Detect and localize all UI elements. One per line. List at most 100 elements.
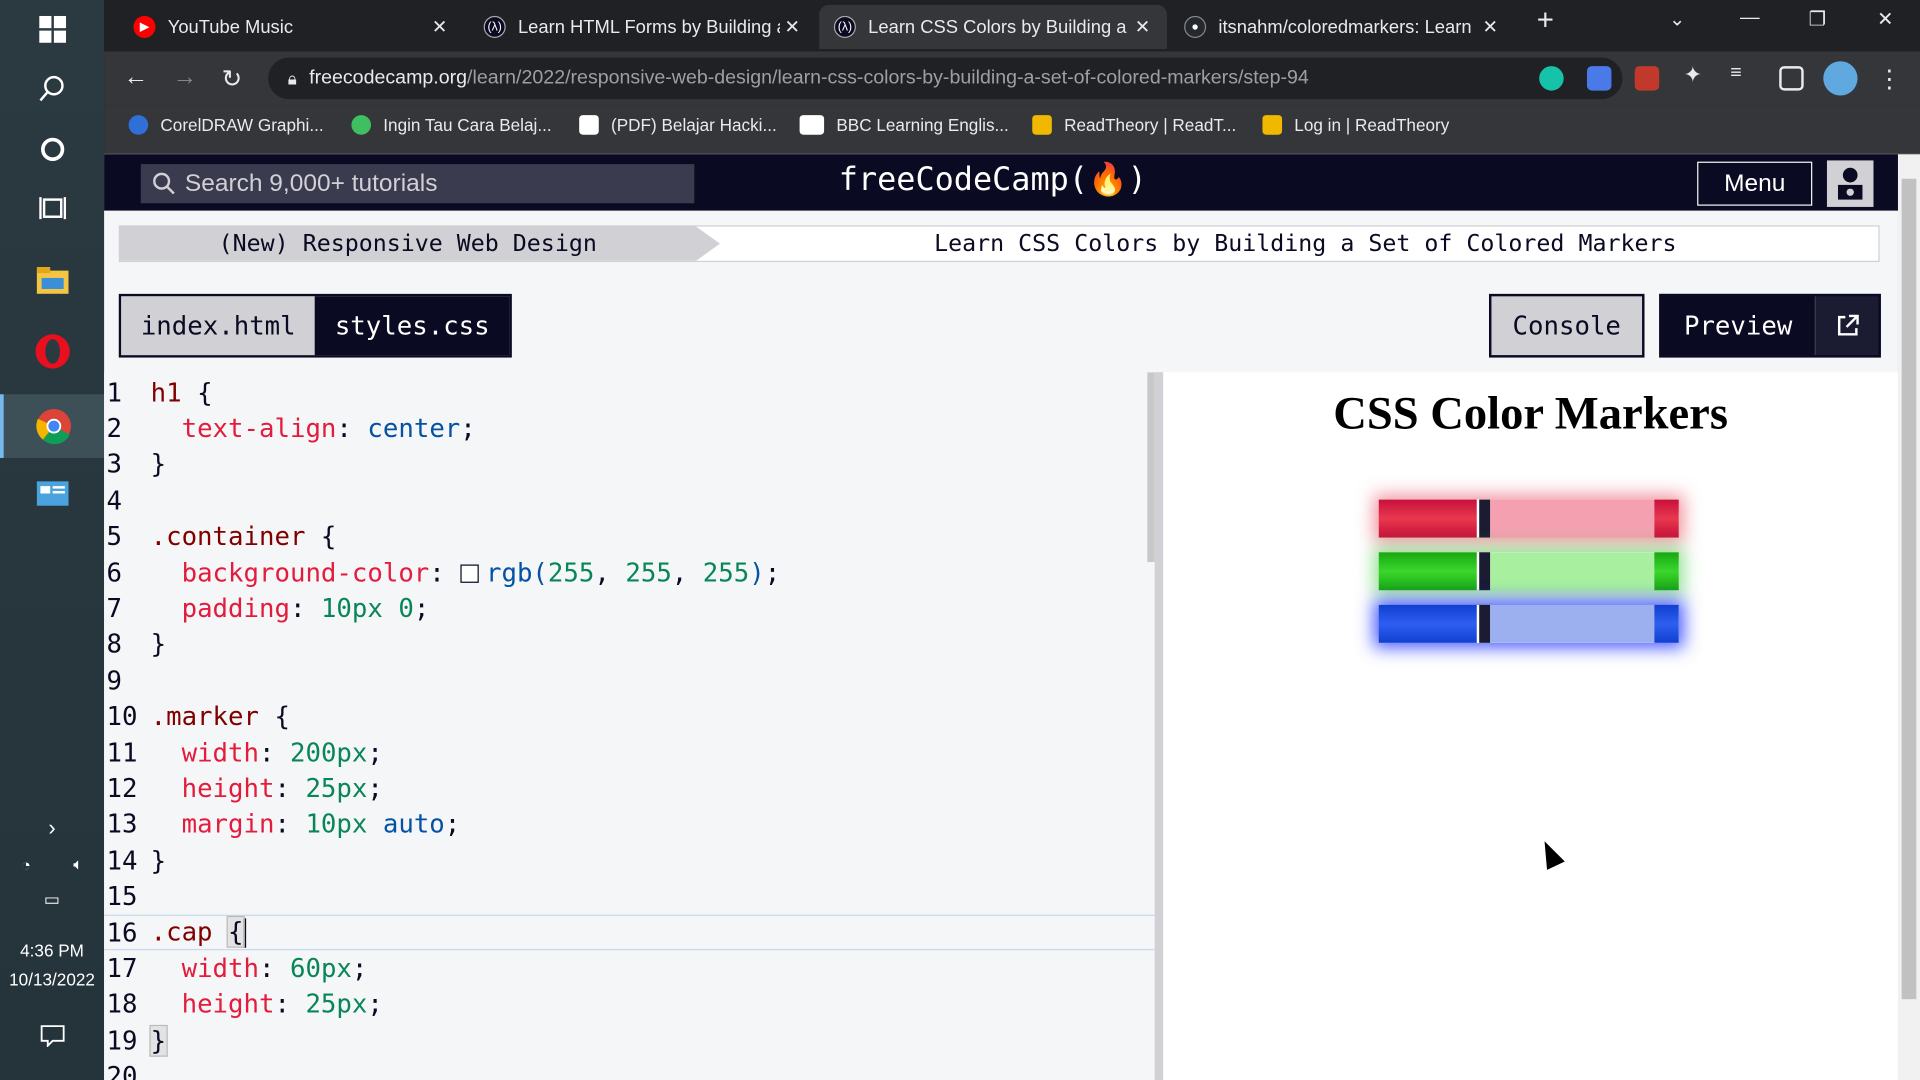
- code-line[interactable]: 12 height: 25px;: [104, 771, 1155, 807]
- code-text[interactable]: .cap {: [151, 915, 246, 948]
- close-tab-icon[interactable]: ✕: [780, 16, 804, 38]
- code-text[interactable]: padding: 10px 0;: [151, 594, 430, 623]
- page-scrollbar[interactable]: [1897, 154, 1920, 1080]
- extension-edge-icon[interactable]: [1539, 66, 1564, 91]
- lock-icon[interactable]: 🔒︎: [288, 68, 297, 89]
- control-panel-icon[interactable]: [0, 465, 104, 524]
- close-window-icon[interactable]: ✕: [1877, 7, 1893, 31]
- close-tab-icon[interactable]: ✕: [1478, 16, 1502, 38]
- new-tab-plus-icon[interactable]: +: [1537, 4, 1554, 38]
- google-translate-icon[interactable]: [1586, 66, 1612, 91]
- menu-button[interactable]: Menu: [1697, 161, 1813, 206]
- restore-icon[interactable]: ❐: [1809, 7, 1827, 31]
- code-line[interactable]: 13 margin: 10px auto;: [104, 807, 1155, 843]
- tab-learn-html-forms[interactable]: (λ) Learn HTML Forms by Building a ✕: [469, 5, 817, 49]
- code-line[interactable]: 19}: [104, 1023, 1155, 1059]
- code-text[interactable]: }: [151, 450, 166, 479]
- back-arrow-icon[interactable]: ←: [124, 64, 148, 92]
- forward-arrow-icon[interactable]: →: [173, 64, 197, 92]
- code-line[interactable]: 6 background-color: rgb(255, 255, 255);: [104, 555, 1155, 591]
- file-explorer-icon[interactable]: [0, 251, 104, 310]
- minimize-icon[interactable]: —: [1740, 7, 1760, 29]
- search-icon[interactable]: [0, 59, 104, 118]
- task-view-icon[interactable]: [0, 179, 104, 238]
- close-tab-icon[interactable]: ✕: [1130, 16, 1154, 38]
- code-line[interactable]: 7 padding: 10px 0;: [104, 591, 1155, 627]
- tab-title: Learn HTML Forms by Building a: [517, 16, 781, 38]
- notifications-icon[interactable]: [0, 1007, 104, 1066]
- bookmark-item[interactable]: Log in | ReadTheory: [1262, 115, 1449, 135]
- code-token: text-align: [181, 413, 337, 444]
- tab-search-chevron-icon[interactable]: ⌄: [1669, 7, 1685, 31]
- bookmark-item[interactable]: CorelDRAW Graphi...: [128, 115, 324, 135]
- extension-shield-icon[interactable]: [1634, 66, 1660, 91]
- code-line[interactable]: 8}: [104, 627, 1155, 663]
- code-text[interactable]: }: [149, 1024, 168, 1057]
- code-line[interactable]: 11 width: 200px;: [104, 735, 1155, 771]
- code-text[interactable]: height: 25px;: [151, 990, 383, 1019]
- profile-avatar[interactable]: [1823, 61, 1858, 96]
- code-line[interactable]: 4: [104, 483, 1155, 519]
- user-avatar[interactable]: [1826, 160, 1874, 207]
- code-line[interactable]: 10 .marker {: [104, 699, 1155, 735]
- code-text[interactable]: h1 {: [151, 378, 213, 407]
- code-line[interactable]: 5 .container {: [104, 519, 1155, 555]
- code-line[interactable]: 2 text-align: center;: [104, 411, 1155, 447]
- breadcrumb-project[interactable]: Learn CSS Colors by Building a Set of Co…: [732, 227, 1878, 261]
- media-control-icon[interactable]: ≡: [1730, 62, 1754, 86]
- code-text[interactable]: margin: 10px auto;: [151, 810, 461, 839]
- reload-icon[interactable]: ↻: [222, 64, 243, 95]
- code-line[interactable]: 17 width: 60px;: [104, 951, 1155, 987]
- preview-button[interactable]: Preview: [1659, 293, 1881, 358]
- code-line[interactable]: 3}: [104, 447, 1155, 483]
- code-text[interactable]: .marker {: [151, 702, 290, 731]
- extensions-puzzle-icon[interactable]: ✦: [1684, 62, 1708, 86]
- volume-icon[interactable]: 🔈︎: [73, 855, 83, 875]
- wifi-icon[interactable]: ◔: [21, 855, 31, 873]
- opera-icon[interactable]: [0, 322, 104, 381]
- tab-index-html[interactable]: index.html: [121, 296, 316, 356]
- code-editor[interactable]: 1 h1 {2 text-align: center; 3} 4 5 .container…: [104, 372, 1155, 1080]
- battery-icon[interactable]: ▭: [0, 874, 104, 923]
- tab-github-coloredmarkers[interactable]: ● itsnahm/coloredmarkers: Learn ✕: [1169, 5, 1514, 49]
- clock-date[interactable]: 10/13/2022: [0, 970, 104, 990]
- console-button[interactable]: Console: [1488, 293, 1645, 358]
- clock-time[interactable]: 4:36 PM: [0, 940, 104, 960]
- search-input[interactable]: Search 9,000+ tutorials: [140, 164, 695, 204]
- code-line[interactable]: 1 h1 {: [104, 375, 1155, 411]
- code-text[interactable]: }: [151, 630, 166, 659]
- open-external-icon[interactable]: [1814, 296, 1879, 356]
- line-number: 20: [106, 1061, 138, 1080]
- code-line[interactable]: 15: [104, 879, 1155, 915]
- bookmark-item[interactable]: ReadTheory | ReadT...: [1032, 115, 1236, 135]
- page-scrollbar-thumb[interactable]: [1901, 178, 1917, 1000]
- chrome-icon[interactable]: [0, 394, 105, 458]
- code-line[interactable]: 20: [104, 1059, 1155, 1080]
- bookmark-item[interactable]: Ingin Tau Cara Belaj...: [351, 115, 552, 135]
- chrome-menu-icon[interactable]: ⋮: [1877, 64, 1901, 95]
- code-text[interactable]: background-color: rgb(255, 255, 255);: [151, 558, 781, 587]
- windows-start-icon[interactable]: [0, 0, 104, 59]
- code-text[interactable]: height: 25px;: [151, 774, 383, 803]
- bookmark-item[interactable]: (PDF) Belajar Hacki...: [579, 115, 777, 135]
- code-line[interactable]: 18 height: 25px;: [104, 987, 1155, 1023]
- tab-styles-css[interactable]: styles.css: [315, 296, 510, 356]
- pane-splitter[interactable]: [1154, 372, 1164, 1080]
- tab-learn-css-colors[interactable]: (λ) Learn CSS Colors by Building a S ✕: [819, 4, 1167, 49]
- code-text[interactable]: }: [151, 846, 166, 875]
- cortana-icon[interactable]: [0, 120, 104, 179]
- bookmark-item[interactable]: BBC Learning Englis...: [799, 115, 1009, 135]
- code-text[interactable]: text-align: center;: [151, 414, 476, 443]
- close-tab-icon[interactable]: ✕: [427, 16, 451, 38]
- code-text[interactable]: width: 60px;: [151, 954, 368, 983]
- code-line[interactable]: 14}: [104, 843, 1155, 879]
- side-panel-icon[interactable]: [1779, 66, 1804, 91]
- code-line[interactable]: 9: [104, 663, 1155, 699]
- code-text[interactable]: .container {: [151, 522, 337, 551]
- code-line[interactable]: 16 .cap {: [104, 914, 1155, 951]
- tab-youtube-music[interactable]: ▶ YouTube Music ✕: [119, 5, 464, 49]
- fcc-logo[interactable]: freeCodeCamp(🔥): [839, 162, 1147, 199]
- code-text[interactable]: width: 200px;: [151, 738, 383, 767]
- breadcrumb-course[interactable]: (New) Responsive Web Design: [120, 226, 721, 261]
- address-bar[interactable]: 🔒︎ freecodecamp.org/learn/2022/responsiv…: [268, 57, 1623, 100]
